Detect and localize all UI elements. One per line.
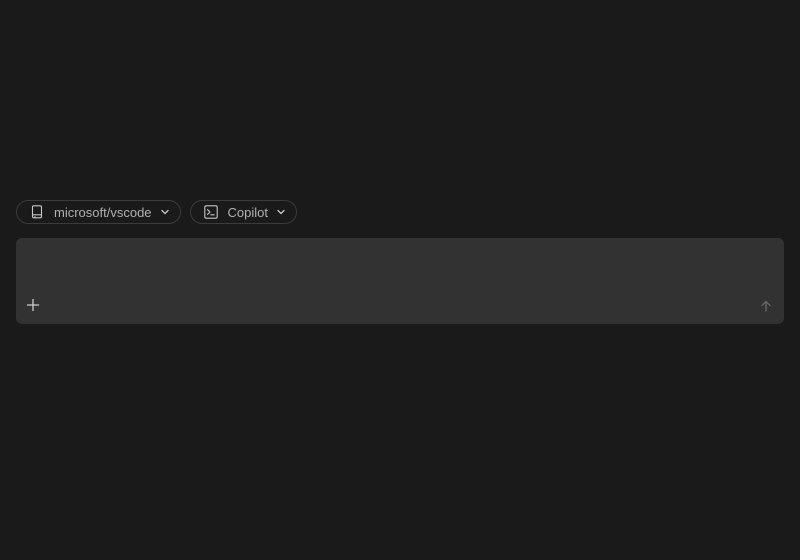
agent-picker-label: Copilot xyxy=(227,204,269,220)
repo-icon xyxy=(30,205,44,219)
app-window: microsoft/vscode Copilot xyxy=(0,0,800,560)
context-pill-row: microsoft/vscode Copilot xyxy=(16,200,298,224)
arrow-up-icon xyxy=(760,300,772,312)
repository-picker-label: microsoft/vscode xyxy=(54,204,152,220)
chat-composer xyxy=(16,238,784,324)
chevron-down-icon xyxy=(276,207,286,217)
plus-icon xyxy=(26,298,40,312)
repository-picker-button[interactable]: microsoft/vscode xyxy=(16,200,181,224)
terminal-icon xyxy=(203,205,218,219)
agent-picker-button[interactable]: Copilot xyxy=(189,200,298,224)
chat-input[interactable] xyxy=(28,248,772,296)
add-attachment-button[interactable] xyxy=(25,297,41,313)
chevron-down-icon xyxy=(160,207,170,217)
send-button[interactable] xyxy=(759,299,773,313)
